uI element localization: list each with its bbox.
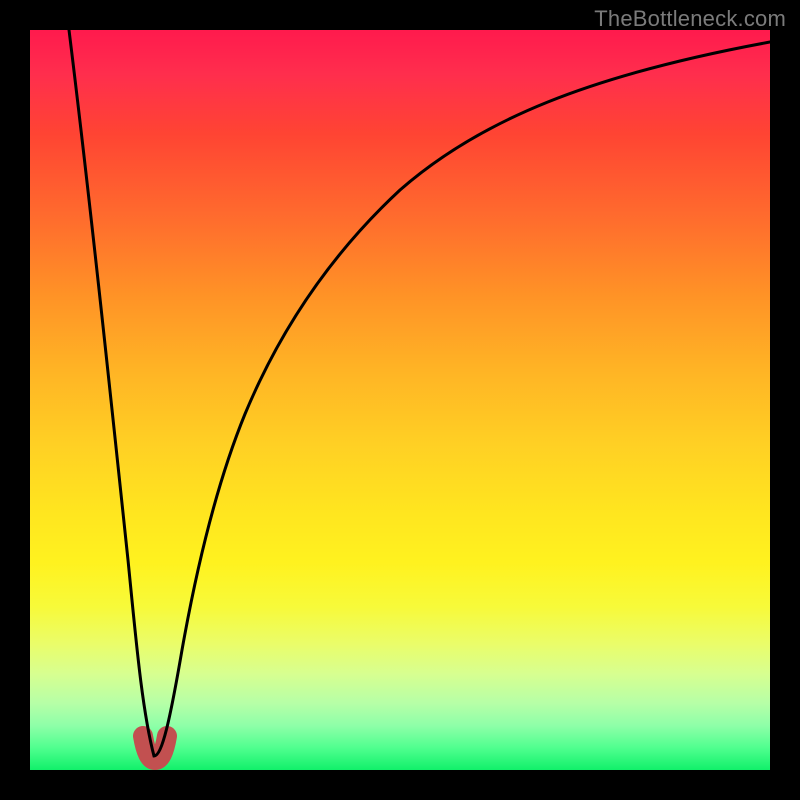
bottleneck-curve-svg — [30, 30, 770, 770]
chart-frame: TheBottleneck.com — [0, 0, 800, 800]
watermark-text: TheBottleneck.com — [594, 6, 786, 32]
chart-plot-area — [30, 30, 770, 770]
bottleneck-curve — [69, 30, 770, 756]
